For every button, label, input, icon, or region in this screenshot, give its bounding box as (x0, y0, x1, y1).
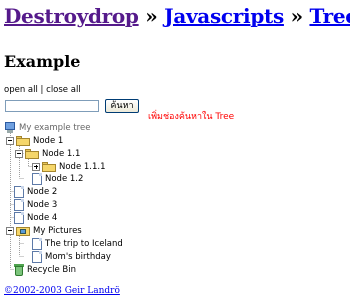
collapse-icon[interactable] (6, 226, 14, 235)
tree-node-node1-2[interactable]: Node 1.2 (32, 172, 83, 185)
tree-node-label: Node 1.2 (45, 173, 84, 184)
tree-node-label: My Pictures (33, 225, 82, 236)
tree-node-node4[interactable]: Node 4 (14, 211, 57, 224)
tree-node-recycle-bin[interactable]: Recycle Bin (14, 263, 76, 276)
pictures-folder-icon (16, 225, 30, 236)
recycle-bin-icon (14, 263, 24, 276)
tree-node-my-pictures[interactable]: My Pictures (6, 224, 82, 237)
page-icon (32, 172, 42, 185)
tree-node-label: Recycle Bin (27, 264, 77, 275)
copyright-link[interactable]: ©2002-2003 Geir Landrö (4, 286, 120, 296)
computer-icon (4, 121, 16, 134)
folder-open-icon (16, 135, 30, 146)
tree-node-label: The trip to Iceland (45, 238, 123, 249)
tree-node-node2[interactable]: Node 2 (14, 185, 57, 198)
tree-node-node3[interactable]: Node 3 (14, 198, 57, 211)
page-icon (14, 211, 24, 224)
collapse-icon[interactable] (6, 136, 14, 145)
tree-node-root[interactable]: My example tree (4, 121, 90, 134)
tree-node-label: Node 1 (33, 135, 64, 146)
tree-node-label: Node 2 (27, 186, 58, 197)
tree-node-trip-to-iceland[interactable]: The trip to Iceland (32, 237, 123, 250)
tree-node-label: My example tree (19, 122, 91, 133)
tree-node-node1[interactable]: Node 1 (6, 134, 63, 147)
folder-open-icon (25, 148, 39, 159)
folder-icon (42, 161, 56, 172)
tree-node-label: Node 1.1.1 (59, 161, 106, 172)
tree-node-label: Mom's birthday (45, 251, 111, 262)
tree-node-label: Node 4 (27, 212, 58, 223)
collapse-icon[interactable] (15, 149, 23, 158)
page-icon (14, 198, 24, 211)
tree-node-label: Node 3 (27, 199, 58, 210)
tree-node-node1-1[interactable]: Node 1.1 (15, 147, 80, 160)
tree-node-moms-birthday[interactable]: Mom's birthday (32, 250, 111, 263)
expand-icon[interactable] (32, 162, 40, 171)
page-icon (32, 250, 42, 263)
tree-node-label: Node 1.1 (42, 148, 81, 159)
page-icon (14, 185, 24, 198)
page-icon (32, 237, 42, 250)
